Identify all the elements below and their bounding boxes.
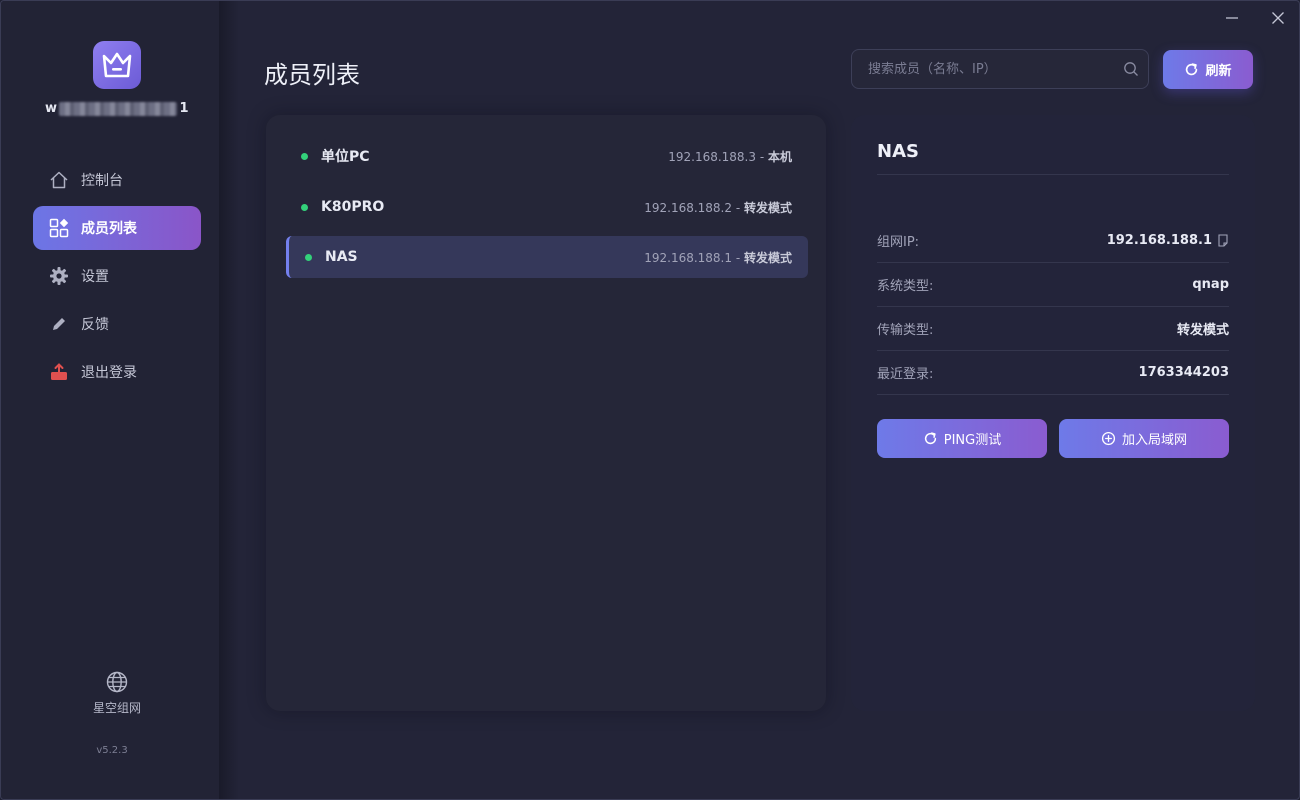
detail-label: 传输类型:	[877, 323, 934, 338]
ping-test-button[interactable]: PING测试	[877, 419, 1047, 458]
detail-label: 最近登录:	[877, 367, 934, 382]
globe-icon	[106, 671, 128, 693]
brand-name: 星空组网	[92, 701, 141, 715]
pencil-icon	[49, 314, 69, 334]
brand: 星空组网	[1, 671, 233, 716]
member-detail: NAS 组网IP: 192.168.188.1 系统类型: qnap 传输类型:…	[851, 115, 1255, 711]
search-icon[interactable]	[1114, 61, 1148, 77]
detail-value: 1763344203	[1138, 365, 1229, 380]
sidebar: w 1 控制台 成员列表 设置 反馈 退出登录 星空组网 v5.2.3	[1, 1, 219, 799]
member-ip: 192.168.188.3	[668, 149, 757, 164]
username-prefix: w	[44, 101, 58, 116]
detail-value: 转发模式	[1176, 323, 1229, 338]
gear-icon	[49, 266, 69, 286]
member-separator: -	[732, 200, 744, 215]
sidebar-item-label: 成员列表	[81, 221, 137, 237]
join-lan-button[interactable]: 加入局域网	[1059, 419, 1229, 458]
username: w1	[1, 101, 233, 116]
member-item[interactable]: 单位PC 192.168.188.3 - 本机	[286, 135, 808, 177]
member-item[interactable]: K80PRO 192.168.188.2 - 转发模式	[286, 186, 808, 228]
username-redacted	[59, 101, 178, 116]
app-window: w1 控制台 成员列表 设置 反馈 退出登录 星空组网 v5.2.3 成员列表 …	[0, 0, 1300, 800]
member-name: K80PRO	[321, 199, 385, 215]
member-ip: 192.168.188.2	[644, 200, 733, 215]
detail-row-system: 系统类型: qnap	[877, 263, 1229, 307]
search-box	[851, 49, 1149, 89]
page-title: 成员列表	[264, 61, 360, 89]
minimize-button[interactable]	[1217, 7, 1247, 29]
sidebar-item-feedback[interactable]: 反馈	[33, 302, 201, 346]
online-indicator	[301, 203, 308, 211]
detail-divider	[877, 174, 1229, 175]
member-list: 单位PC 192.168.188.3 - 本机 K80PRO 192.168.1…	[266, 115, 826, 711]
sidebar-nav: 控制台 成员列表 设置 反馈 退出登录	[33, 158, 201, 398]
app-logo	[93, 41, 141, 89]
sidebar-item-logout[interactable]: 退出登录	[33, 350, 201, 394]
online-indicator	[305, 253, 312, 261]
logout-icon	[49, 362, 69, 382]
ping-label: PING测试	[943, 433, 1002, 448]
detail-value: qnap	[1192, 277, 1229, 292]
member-name: 单位PC	[321, 149, 370, 165]
member-separator: -	[732, 250, 744, 265]
detail-label: 组网IP:	[877, 235, 920, 250]
member-mode: 转发模式	[743, 250, 792, 265]
username-suffix: 1	[179, 101, 190, 116]
detail-row-last-login: 最近登录: 1763344203	[877, 351, 1229, 395]
member-address: 192.168.188.3 - 本机	[668, 148, 792, 165]
detail-value: 192.168.188.1	[1107, 233, 1229, 248]
online-indicator	[301, 152, 308, 160]
detail-label: 系统类型:	[877, 279, 934, 294]
sidebar-shadow	[219, 1, 239, 799]
member-separator: -	[756, 149, 768, 164]
home-icon	[49, 170, 69, 190]
member-mode: 本机	[767, 149, 792, 164]
detail-row-transport: 传输类型: 转发模式	[877, 307, 1229, 351]
crown-icon	[102, 52, 132, 78]
sidebar-item-settings[interactable]: 设置	[33, 254, 201, 298]
app-version: v5.2.3	[96, 745, 128, 756]
close-icon	[1272, 12, 1284, 24]
member-address: 192.168.188.1 - 转发模式	[644, 249, 792, 266]
sidebar-item-members[interactable]: 成员列表	[33, 206, 201, 250]
grid-icon	[49, 218, 69, 238]
sidebar-item-label: 反馈	[81, 317, 109, 333]
ip-value: 192.168.188.1	[1106, 233, 1212, 248]
refresh-icon	[1186, 63, 1198, 76]
member-mode: 转发模式	[743, 200, 792, 215]
search-input[interactable]	[852, 60, 1114, 78]
member-ip: 192.168.188.1	[644, 250, 733, 265]
refresh-button[interactable]: 刷新	[1163, 50, 1253, 89]
minimize-icon	[1226, 17, 1238, 19]
member-item-selected[interactable]: NAS 192.168.188.1 - 转发模式	[286, 236, 808, 278]
sidebar-item-label: 退出登录	[81, 365, 137, 381]
sidebar-item-dashboard[interactable]: 控制台	[33, 158, 201, 202]
member-name: NAS	[325, 249, 358, 265]
copy-icon[interactable]	[1217, 234, 1229, 247]
sidebar-item-label: 控制台	[81, 173, 123, 189]
detail-row-ip: 组网IP: 192.168.188.1	[877, 219, 1229, 263]
member-address: 192.168.188.2 - 转发模式	[644, 199, 792, 216]
plus-circle-icon	[1101, 431, 1116, 446]
detail-title: NAS	[877, 141, 919, 162]
join-label: 加入局域网	[1121, 433, 1187, 448]
refresh-icon	[924, 432, 936, 445]
sidebar-item-label: 设置	[81, 269, 109, 285]
close-button[interactable]	[1263, 7, 1293, 29]
refresh-label: 刷新	[1205, 64, 1232, 79]
